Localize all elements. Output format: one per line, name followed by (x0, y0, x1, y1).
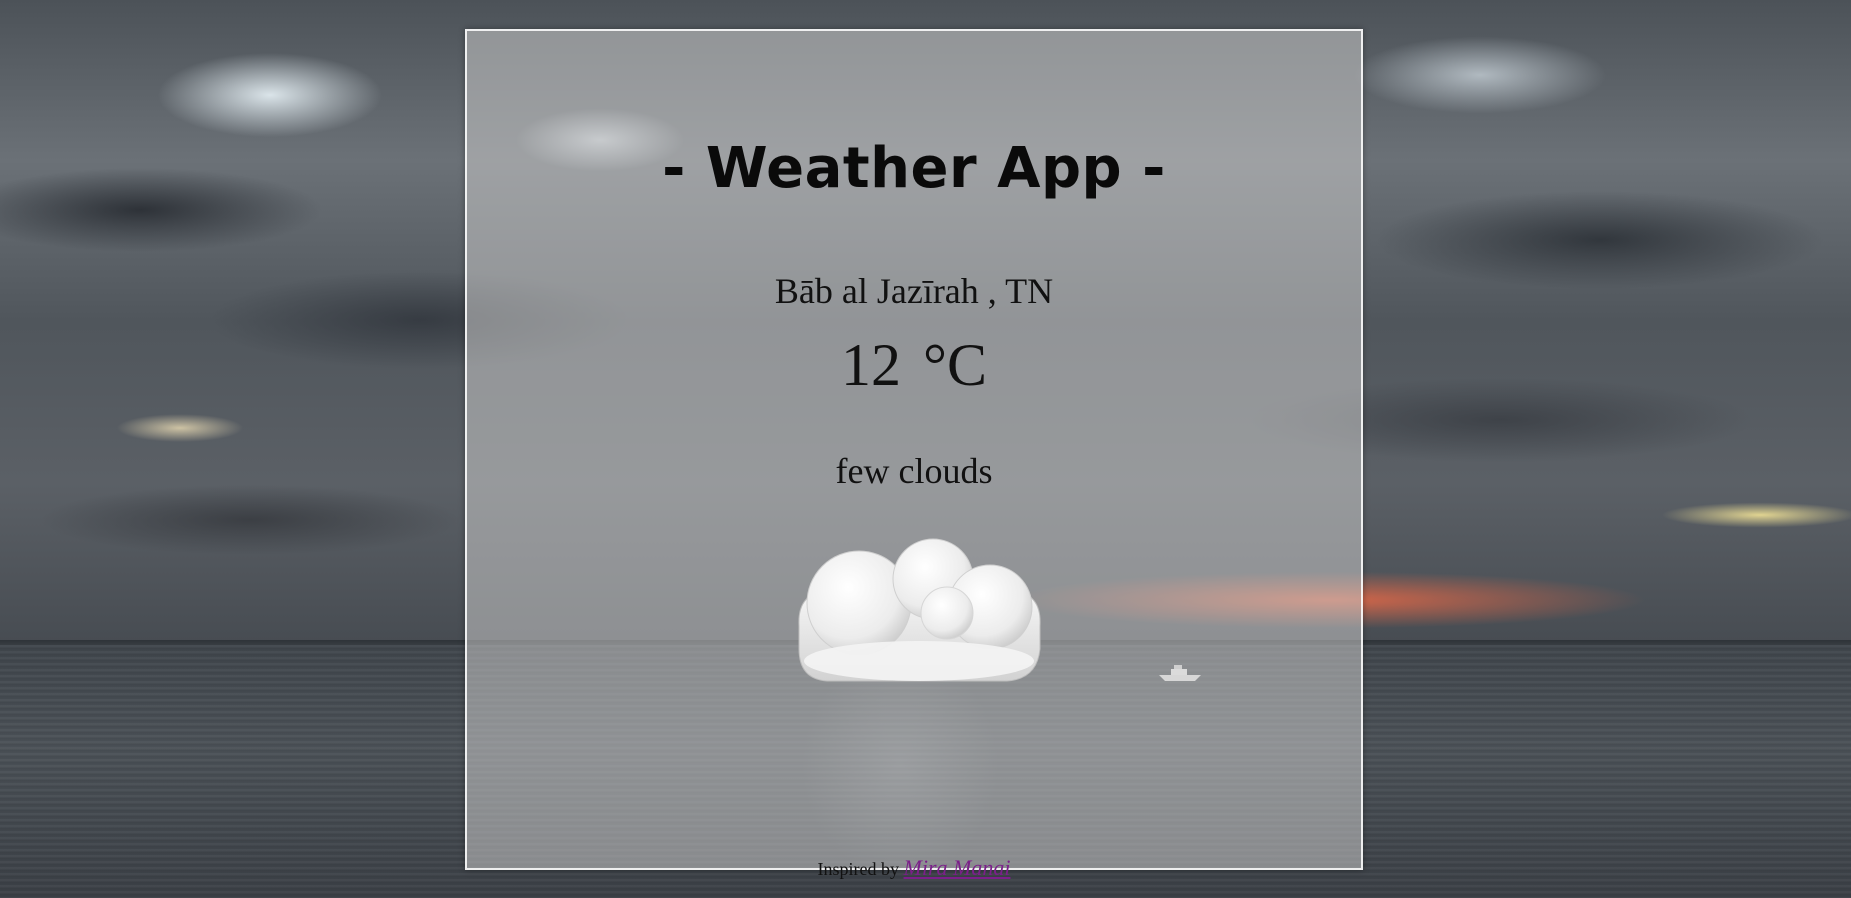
temperature-unit: °C (922, 332, 987, 398)
weather-card: - Weather App - Bāb al Jazīrah , TN 12 °C… (465, 29, 1363, 880)
credit-prefix: Inspired by (817, 859, 900, 879)
weather-description: few clouds (835, 451, 993, 491)
cloud-icon (798, 538, 1041, 682)
author-link[interactable]: Mira Manai (904, 855, 1011, 880)
page-title: - Weather App - (662, 136, 1166, 201)
location-label: Bāb al Jazīrah , TN (774, 271, 1054, 311)
temperature-display: 12 °C (467, 329, 1361, 401)
footer-credit: Inspired by Mira Manai (467, 855, 1361, 882)
temperature-value: 12 (840, 332, 901, 398)
